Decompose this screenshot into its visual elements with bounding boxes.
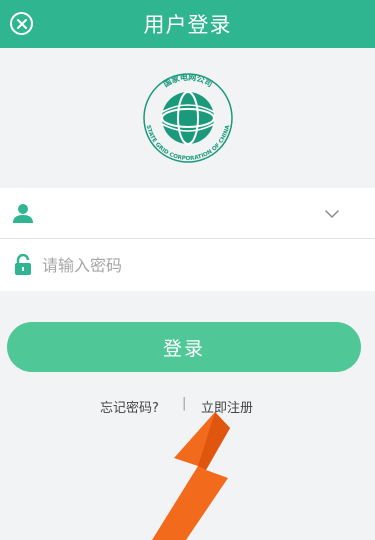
- arrow-pointer-icon: [152, 412, 230, 540]
- chevron-down-icon[interactable]: [322, 204, 342, 224]
- close-button[interactable]: [10, 12, 33, 35]
- page-title: 用户登录: [143, 13, 232, 37]
- close-icon: [16, 18, 27, 29]
- logo-area: 国家电网公司 STATE GRID CORPORATION OF CHINA: [0, 48, 375, 188]
- login-form: [0, 188, 375, 291]
- user-icon: [13, 204, 33, 223]
- username-row: [0, 188, 375, 239]
- password-input[interactable]: [42, 250, 312, 281]
- state-grid-logo: 国家电网公司 STATE GRID CORPORATION OF CHINA: [142, 72, 233, 163]
- password-row: [0, 240, 375, 291]
- lock-icon: [15, 254, 31, 275]
- header-bar: 用户登录: [0, 0, 375, 48]
- login-button[interactable]: 登录: [7, 322, 361, 372]
- username-input[interactable]: [42, 198, 312, 229]
